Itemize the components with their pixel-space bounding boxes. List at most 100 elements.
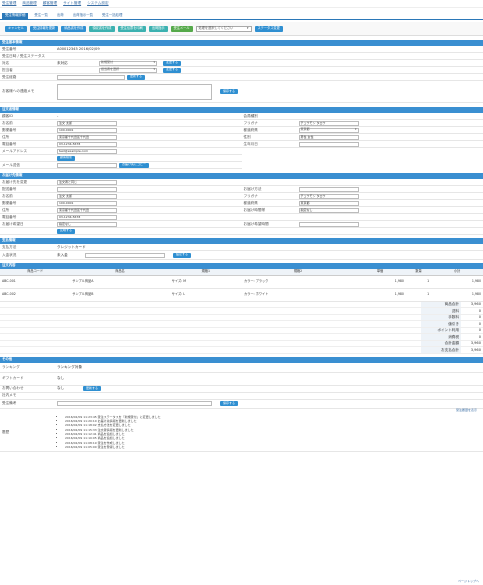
label: お問い合わせ (2, 386, 24, 391)
cancel-button[interactable]: キャンセル (5, 25, 27, 32)
print-order-button[interactable]: 受注伝票を印刷 (117, 25, 146, 32)
email-input[interactable]: test@example.com (57, 148, 117, 154)
status-change-button[interactable]: ステータス変更 (254, 25, 283, 32)
payment-status-row: 入金状況 未入金 設定する (0, 251, 483, 260)
route-input[interactable] (57, 74, 125, 80)
cell-code: ABC-002 (0, 288, 71, 302)
phone-input[interactable]: 03-1234-5678 (57, 141, 117, 147)
cell-spec2: カラー: ホワイト (241, 288, 355, 302)
topnav-item[interactable]: 顧客管理 (43, 1, 57, 5)
shipping-input[interactable] (298, 221, 359, 227)
delivery-slip-button[interactable]: 納品書を作成 (61, 25, 87, 32)
topnav-item[interactable]: 商品管理 (22, 1, 36, 5)
page-top-link[interactable]: ページトップへ (458, 579, 479, 583)
customer-search-button[interactable]: 顧客検索 (57, 155, 76, 161)
subtab-item[interactable]: 受注情報詳細 (2, 13, 29, 19)
birthday-input[interactable] (298, 141, 359, 147)
label: 受注日時 / 受注ステータス (2, 53, 46, 58)
cell-subtotal: 1,980 (431, 288, 483, 302)
receipt-button[interactable]: 領収書を作成 (89, 25, 115, 32)
shipping-input[interactable]: 注文 太郎 (57, 193, 117, 199)
prefecture-select[interactable]: 東京都 ▾ (298, 127, 359, 133)
action-bar: キャンセル 受注情報を更新 納品書を作成 領収書を作成 受注伝票を印刷 出荷指示… (0, 22, 483, 36)
customer-row: 郵便番号 100-0001 (0, 127, 242, 134)
topnav-item[interactable]: 受注管理 (2, 1, 16, 5)
process-select-value: 処理を選択してください (198, 25, 234, 30)
shipping-row: お届け方法 (241, 186, 483, 193)
label: フリガナ (243, 193, 258, 198)
shipping-input[interactable]: 東京都千代田区千代田 (57, 207, 117, 213)
customer-right: 会員種別 フリガナ チュウモン タロウ 都道府県 東京都 ▾ 性別 男性 女性 生年月日 (241, 113, 483, 169)
shipping-input[interactable]: 100-0001 (57, 200, 117, 206)
prefecture-value: 東京都 (300, 127, 310, 132)
sub-tabs: 受注情報詳細 受注一覧 出荷 出荷指示一覧 受注一括処理 (0, 10, 483, 20)
items-table: 商品コード 商品名 規格1 規格2 単価 数量 小計 ABC-001 サンプル商品A サイズ: … (0, 269, 483, 302)
status-select[interactable]: 新規受付 ▾ (99, 60, 157, 66)
topnav-item[interactable]: システム設定 (87, 1, 108, 5)
other-section: その他 ランキング ランキング対象 ギフトカード なし お問い合わせ なし 更新する 社… (0, 356, 483, 452)
giftcard-row: ギフトカード なし (0, 373, 483, 386)
label: お届け希望日 (2, 221, 24, 226)
shipping-input[interactable]: 注文者と同じ (57, 179, 117, 185)
shipping-input[interactable]: 指定なし (57, 221, 117, 227)
name-input[interactable]: 注文 太郎 (57, 120, 117, 126)
order-note-input[interactable] (57, 401, 212, 406)
status-change-button[interactable]: 変更する (163, 60, 182, 66)
inquiry-update-button[interactable]: 更新する (83, 386, 102, 391)
summary-row: お支払合計 3,960 (0, 347, 483, 354)
route-update-button[interactable]: 更新する (127, 74, 146, 80)
order-mail-button[interactable]: 受注メール (170, 25, 193, 32)
inquiry-row: お問い合わせ なし 更新する (0, 386, 483, 393)
shipping-instruction-button[interactable]: 出荷指示 (148, 25, 168, 32)
staff-change-button[interactable]: 変更する (163, 67, 182, 73)
customer-row: メールアドレス test@example.com (0, 148, 242, 155)
kana-input[interactable]: チュウモン タロウ (298, 120, 359, 126)
topnav-item[interactable]: サイト管理 (63, 1, 81, 5)
customer-copy-row: メール送信 お届け先にコピー (0, 162, 242, 169)
customer-row: 電話番号 03-1234-5678 (0, 141, 242, 148)
order-note-save-button[interactable]: 保存する (220, 401, 239, 406)
cell-price: 1,980 (354, 275, 406, 289)
shipping-row: お届け希望日 指定なし (0, 221, 242, 228)
shipping-input[interactable]: 指定なし (298, 207, 359, 213)
address-input[interactable]: 東京都千代田区千代田 (57, 134, 117, 140)
gender-input[interactable]: 男性 女性 (298, 134, 359, 140)
subtab-item[interactable]: 受注一括処理 (99, 13, 125, 19)
cell-spec2: カラー: ブラック (241, 275, 355, 289)
memo-textarea[interactable] (57, 83, 212, 100)
shipping-input[interactable]: 03-1234-5678 (57, 214, 117, 220)
shipping-row (241, 179, 483, 186)
copy-to-shipping-button[interactable]: お届け先にコピー (119, 162, 150, 168)
label: 会員種別 (243, 113, 258, 118)
subtab-item[interactable]: 出荷指示一覧 (70, 13, 96, 19)
order-date-row: 受注日時 / 受注ステータス (0, 53, 483, 60)
update-order-button[interactable]: 受注情報を更新 (29, 25, 59, 32)
customer-actions-row: 顧客検索 (0, 155, 242, 162)
shipping-input[interactable]: 東京都 (298, 200, 359, 206)
summary-block: 商品合計 3,960 送料 0 手数料 0 値引き 0 ポイント利用 0 消費税 0 合計金額 3,960… (0, 301, 483, 354)
label: 住所 (2, 207, 10, 212)
subtab-item[interactable]: 受注一覧 (31, 13, 51, 19)
subtab-item[interactable]: 出荷 (54, 13, 67, 19)
label: 受注番号 (2, 46, 17, 51)
zip-input[interactable]: 100-0001 (57, 127, 117, 133)
history-row: 履歴 2016/02/09 11:23:45 受注ステータスを「新規受付」に変更… (0, 415, 483, 452)
memo-save-button[interactable]: 保存する (220, 89, 239, 94)
staff-select[interactable]: 担当者を選択 ▾ (99, 67, 157, 73)
shipping-input[interactable] (298, 186, 359, 192)
history-list: 2016/02/09 11:23:45 受注ステータスを「新規受付」に変更しまし… (57, 415, 161, 451)
mail-input[interactable] (57, 162, 117, 168)
shipping-input[interactable]: チュウモン タロウ (298, 193, 359, 199)
apply-shipping-button[interactable]: 反映する (57, 228, 76, 234)
summary-label: 手数料 (421, 314, 461, 320)
payment-input[interactable] (85, 252, 165, 258)
label: お届け時間帯 (243, 207, 266, 212)
shipping-input[interactable] (57, 186, 117, 192)
customer-row: 都道府県 東京都 ▾ (241, 127, 483, 134)
shipping-apply-row: 反映する (0, 228, 483, 235)
process-select[interactable]: 処理を選択してください ▾ (195, 25, 252, 32)
staff-select-value: 担当者を選択 (101, 67, 120, 72)
summary-value: 0 (478, 321, 481, 326)
payment-set-button[interactable]: 設定する (173, 252, 192, 258)
summary-label: 送料 (421, 308, 461, 314)
